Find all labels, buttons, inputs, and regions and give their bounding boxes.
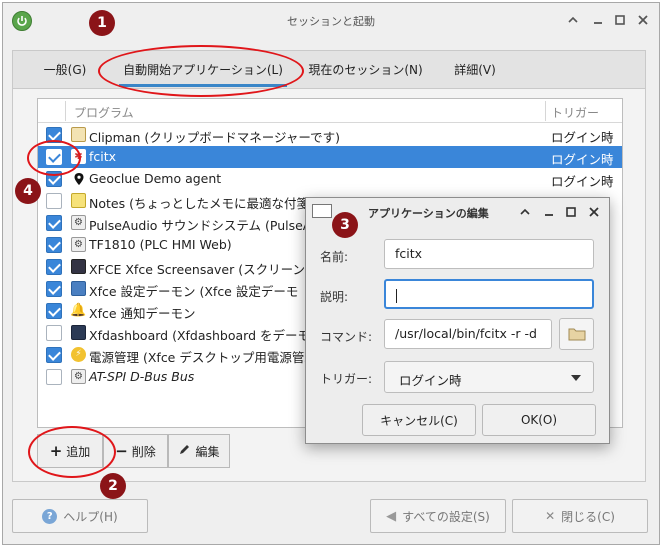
row-checkbox[interactable] (46, 281, 62, 297)
command-value: /usr/local/bin/fcitx -r -d (395, 326, 537, 341)
row-name: Xfdashboard (Xfdashboard をデーモ (89, 328, 311, 343)
row-checkbox[interactable] (46, 303, 62, 319)
dialog-minimize-button[interactable] (542, 205, 556, 219)
collapse-up-button[interactable] (565, 12, 581, 28)
name-value: fcitx (395, 246, 423, 261)
power-bolt-icon: ⚡ (71, 347, 86, 362)
annotation-ellipse-add (28, 426, 116, 478)
row-name: Geoclue Demo agent (89, 171, 222, 186)
window-icon (312, 204, 332, 218)
clipboard-icon (71, 127, 86, 142)
help-icon: ? (42, 508, 58, 524)
row-checkbox[interactable] (46, 215, 62, 231)
trigger-label: トリガー: (320, 372, 373, 386)
annotation-badge-4: 4 (15, 178, 41, 204)
row-name: Clipman (クリップボードマネージャーです) (89, 130, 340, 145)
tab-current-session[interactable]: 現在のセッション(N) (303, 51, 428, 89)
description-label: 説明: (320, 290, 349, 304)
all-settings-button-label: すべての設定(S) (402, 509, 490, 524)
minimize-button[interactable] (590, 12, 606, 28)
row-trigger: ログイン時 (551, 152, 614, 167)
annotation-badge-1: 1 (89, 10, 115, 36)
description-field[interactable] (384, 279, 594, 309)
row-trigger: ログイン時 (551, 174, 614, 189)
close-button-label: 閉じる(C) (561, 509, 615, 524)
row-checkbox[interactable] (46, 347, 62, 363)
gear-icon: ⚙ (71, 215, 86, 230)
dialog-maximize-button[interactable] (564, 205, 578, 219)
row-name: Xfce 設定デーモン (Xfce 設定デーモ (89, 284, 299, 299)
annotation-badge-2: 2 (100, 473, 126, 499)
row-checkbox[interactable] (46, 325, 62, 341)
command-field[interactable]: /usr/local/bin/fcitx -r -d (384, 319, 552, 349)
help-button-label: ヘルプ(H) (63, 509, 118, 524)
row-name: PulseAudio サウンドシステム (PulseA (89, 218, 312, 233)
edit-button-label: 編集 (195, 444, 220, 459)
notes-icon (71, 193, 86, 208)
annotation-ellipse-tab (98, 45, 304, 97)
trigger-value: ログイン時 (399, 373, 462, 388)
row-checkbox[interactable] (46, 193, 62, 209)
bell-icon: 🔔 (70, 303, 87, 318)
cancel-button[interactable]: キャンセル(C) (362, 404, 476, 436)
row-checkbox[interactable] (46, 237, 62, 253)
list-row-clipman[interactable]: Clipman (クリップボードマネージャーです) ログイン時 (38, 124, 622, 146)
settings-toggle-icon (71, 281, 86, 296)
command-label: コマンド: (320, 330, 373, 344)
pencil-icon (178, 443, 191, 459)
column-header-trigger[interactable]: トリガー (551, 104, 599, 121)
gear-icon: ⚙ (71, 237, 86, 252)
row-name: Notes (ちょっとしたメモに最適な付箋紙 (89, 196, 322, 211)
annotation-badge-3: 3 (332, 212, 358, 238)
row-name: AT-SPI D-Bus Bus (89, 369, 195, 384)
tab-advanced[interactable]: 詳細(V) (445, 51, 505, 89)
tab-general[interactable]: 一般(G) (35, 51, 95, 89)
row-name: 電源管理 (Xfce デスクトップ用電源管理 (89, 350, 317, 365)
help-button[interactable]: ? ヘルプ(H) (12, 499, 148, 533)
dialog-close-button[interactable] (587, 205, 601, 219)
annotation-ellipse-checkbox (27, 140, 81, 176)
dialog-title: アプリケーションの編集 (368, 207, 489, 220)
name-label: 名前: (320, 250, 349, 264)
row-name: Xfce 通知デーモン (89, 306, 196, 321)
list-row-fcitx[interactable]: ✱ fcitx ログイン時 (38, 146, 622, 168)
back-arrow-icon: ◀ (386, 508, 397, 524)
header-divider (545, 101, 546, 121)
text-caret (396, 288, 397, 303)
remove-button-label: 削除 (131, 444, 156, 459)
trigger-dropdown[interactable]: ログイン時 (384, 361, 594, 393)
maximize-button[interactable] (612, 12, 628, 28)
ok-button[interactable]: OK(O) (482, 404, 596, 436)
browse-button[interactable] (559, 318, 594, 350)
row-name: TF1810 (PLC HMI Web) (89, 237, 232, 252)
close-button[interactable]: ✕ 閉じる(C) (512, 499, 648, 533)
row-name: fcitx (89, 149, 117, 164)
close-window-button[interactable] (635, 12, 651, 28)
close-icon: ✕ (545, 509, 556, 523)
name-field[interactable]: fcitx (384, 239, 594, 269)
edit-button[interactable]: 編集 (168, 434, 230, 468)
folder-icon (568, 328, 586, 341)
minus-icon: − (115, 442, 128, 460)
list-row-geoclue[interactable]: Geoclue Demo agent ログイン時 (38, 168, 622, 190)
all-settings-button[interactable]: ◀ すべての設定(S) (370, 499, 506, 533)
row-checkbox[interactable] (46, 259, 62, 275)
list-header: プログラム トリガー (38, 99, 622, 123)
row-name: XFCE Xfce Screensaver (スクリーンセ (89, 262, 318, 277)
column-header-program[interactable]: プログラム (74, 104, 134, 121)
row-checkbox[interactable] (46, 369, 62, 385)
gear-icon: ⚙ (71, 369, 86, 384)
monitor-icon (71, 259, 86, 274)
dialog-collapse-button[interactable] (518, 205, 532, 219)
row-trigger: ログイン時 (551, 130, 614, 145)
header-divider (65, 101, 66, 121)
dashboard-icon (71, 325, 86, 340)
dropdown-arrow-icon (571, 375, 581, 381)
map-pin-icon (71, 171, 86, 186)
